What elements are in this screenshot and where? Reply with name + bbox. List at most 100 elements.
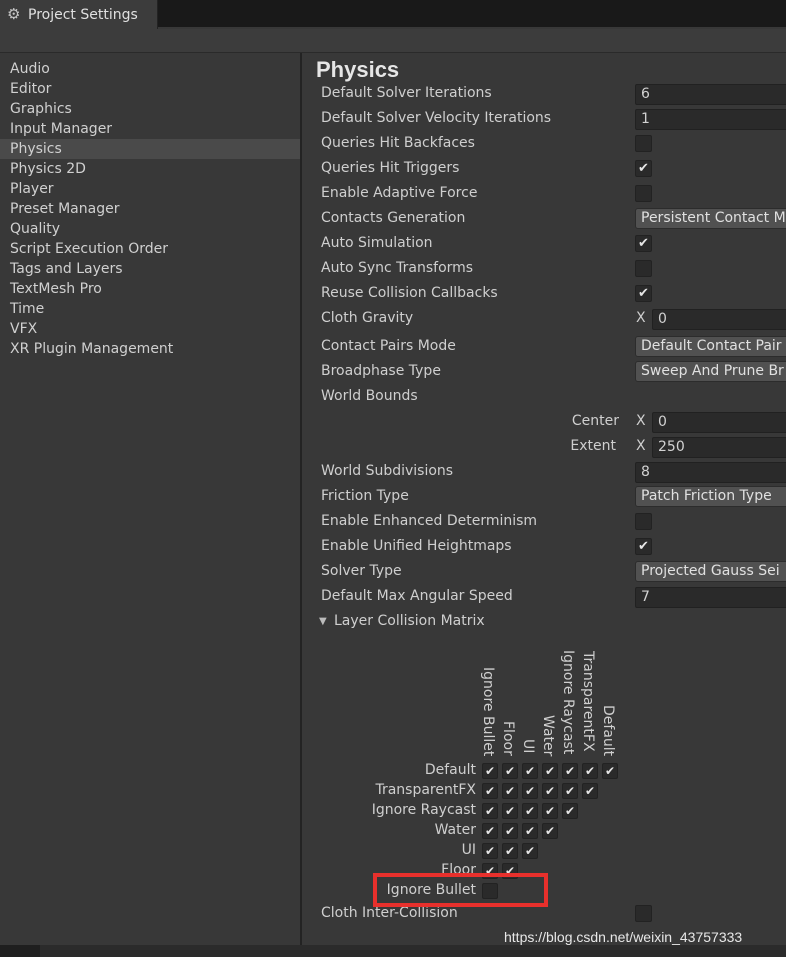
matrix-cell-checkbox[interactable]: ✔ xyxy=(542,823,558,839)
sidebar-item-physics-2d[interactable]: Physics 2D xyxy=(0,159,300,179)
matrix-cell-checkbox[interactable]: ✔ xyxy=(522,763,538,779)
enable-unified-heightmaps-checkbox[interactable]: ✔ xyxy=(635,538,652,555)
world-subdivisions-label: World Subdivisions xyxy=(321,463,454,479)
matrix-row-ignore-raycast: Ignore Raycast xyxy=(371,802,476,818)
matrix-cell-checkbox[interactable]: ✔ xyxy=(482,823,498,839)
auto-simulation-label: Auto Simulation xyxy=(321,235,433,251)
solver-type-dropdown[interactable]: Projected Gauss Sei xyxy=(635,561,786,582)
matrix-row-transparentfx: TransparentFX xyxy=(375,782,476,798)
sidebar-item-time[interactable]: Time xyxy=(0,299,300,319)
matrix-cell-checkbox[interactable]: ✔ xyxy=(522,823,538,839)
sidebar-item-graphics[interactable]: Graphics xyxy=(0,99,300,119)
matrix-cell-checkbox[interactable]: ✔ xyxy=(502,783,518,799)
contacts-generation-dropdown[interactable]: Persistent Contact M xyxy=(635,208,786,229)
default-solver-velocity-iterations-label: Default Solver Velocity Iterations xyxy=(321,110,552,126)
matrix-cell-checkbox[interactable]: ✔ xyxy=(502,803,518,819)
enable-adaptive-force-checkbox[interactable] xyxy=(635,185,652,202)
watermark-text: https://blog.csdn.net/weixin_43757333 xyxy=(504,929,743,945)
world-bounds-center-x-label: X xyxy=(636,413,646,429)
sidebar-item-script-execution-order[interactable]: Script Execution Order xyxy=(0,239,300,259)
queries-hit-triggers-checkbox[interactable]: ✔ xyxy=(635,160,652,177)
tab-label: Project Settings xyxy=(28,7,138,23)
enable-enhanced-determinism-label: Enable Enhanced Determinism xyxy=(321,513,538,529)
auto-sync-transforms-label: Auto Sync Transforms xyxy=(321,260,474,276)
sidebar-item-audio[interactable]: Audio xyxy=(0,59,300,79)
auto-simulation-checkbox[interactable]: ✔ xyxy=(635,235,652,252)
tab-project-settings[interactable]: ⚙ Project Settings xyxy=(0,0,158,29)
matrix-cell-checkbox[interactable]: ✔ xyxy=(582,783,598,799)
cloth-inter-collision-checkbox[interactable] xyxy=(635,905,652,922)
matrix-cell-checkbox[interactable]: ✔ xyxy=(562,783,578,799)
auto-sync-transforms-checkbox[interactable] xyxy=(635,260,652,277)
friction-type-dropdown[interactable]: Patch Friction Type xyxy=(635,486,786,507)
queries-hit-backfaces-label: Queries Hit Backfaces xyxy=(321,135,475,151)
cloth-gravity-x-label: X xyxy=(636,310,646,326)
default-solver-iterations-field[interactable]: 6 xyxy=(635,84,786,105)
matrix-cell-checkbox[interactable]: ✔ xyxy=(602,763,618,779)
world-bounds-extent-x-field[interactable]: 250 xyxy=(652,437,786,458)
matrix-cell-checkbox[interactable]: ✔ xyxy=(522,783,538,799)
world-bounds-extent-label: Extent xyxy=(570,438,616,454)
cloth-gravity-label: Cloth Gravity xyxy=(321,310,414,326)
world-subdivisions-field[interactable]: 8 xyxy=(635,462,786,483)
matrix-cell-checkbox[interactable]: ✔ xyxy=(522,843,538,859)
matrix-cell-checkbox[interactable]: ✔ xyxy=(502,823,518,839)
contacts-generation-label: Contacts Generation xyxy=(321,210,466,226)
sidebar-item-xr-plugin-management[interactable]: XR Plugin Management xyxy=(0,339,300,359)
sidebar-item-editor[interactable]: Editor xyxy=(0,79,300,99)
matrix-cell-checkbox[interactable]: ✔ xyxy=(582,763,598,779)
matrix-row-ui: UI xyxy=(461,842,476,858)
default-solver-velocity-iterations-field[interactable]: 1 xyxy=(635,109,786,130)
matrix-col-floor: Floor xyxy=(500,721,516,756)
world-bounds-label: World Bounds xyxy=(321,388,418,404)
matrix-cell-checkbox[interactable]: ✔ xyxy=(482,783,498,799)
enable-adaptive-force-label: Enable Adaptive Force xyxy=(321,185,478,201)
highlight-annotation-box xyxy=(373,873,548,907)
physics-settings-panel: Physics Default Solver Iterations 6 Defa… xyxy=(304,53,786,945)
default-max-angular-speed-field[interactable]: 7 xyxy=(635,587,786,608)
matrix-cell-checkbox[interactable]: ✔ xyxy=(562,763,578,779)
world-bounds-extent-x-label: X xyxy=(636,438,646,454)
sidebar-item-input-manager[interactable]: Input Manager xyxy=(0,119,300,139)
matrix-cell-checkbox[interactable]: ✔ xyxy=(542,763,558,779)
matrix-cell-checkbox[interactable]: ✔ xyxy=(482,803,498,819)
settings-sidebar: Audio Editor Graphics Input Manager Phys… xyxy=(0,53,302,945)
sidebar-item-tags-and-layers[interactable]: Tags and Layers xyxy=(0,259,300,279)
matrix-col-ignore-raycast: Ignore Raycast xyxy=(560,650,576,755)
collapse-triangle-icon[interactable]: ▼ xyxy=(319,616,327,627)
queries-hit-backfaces-checkbox[interactable] xyxy=(635,135,652,152)
matrix-cell-checkbox[interactable]: ✔ xyxy=(542,783,558,799)
layer-collision-matrix-label: Layer Collision Matrix xyxy=(334,613,485,629)
contact-pairs-mode-dropdown[interactable]: Default Contact Pair xyxy=(635,336,786,357)
cloth-gravity-x-field[interactable]: 0 xyxy=(652,309,786,330)
cloth-inter-collision-label: Cloth Inter-Collision xyxy=(321,905,458,921)
sidebar-item-physics[interactable]: Physics xyxy=(0,139,300,159)
matrix-col-ignore-bullet: Ignore Bullet xyxy=(480,667,496,757)
matrix-col-ui: UI xyxy=(520,739,536,754)
enable-unified-heightmaps-label: Enable Unified Heightmaps xyxy=(321,538,512,554)
enable-enhanced-determinism-checkbox[interactable] xyxy=(635,513,652,530)
matrix-cell-checkbox[interactable]: ✔ xyxy=(562,803,578,819)
default-max-angular-speed-label: Default Max Angular Speed xyxy=(321,588,513,604)
reuse-collision-callbacks-checkbox[interactable]: ✔ xyxy=(635,285,652,302)
sidebar-item-preset-manager[interactable]: Preset Manager xyxy=(0,199,300,219)
matrix-cell-checkbox[interactable]: ✔ xyxy=(542,803,558,819)
matrix-cell-checkbox[interactable]: ✔ xyxy=(482,843,498,859)
matrix-row-water: Water xyxy=(434,822,476,838)
matrix-cell-checkbox[interactable]: ✔ xyxy=(502,763,518,779)
broadphase-type-dropdown[interactable]: Sweep And Prune Br xyxy=(635,361,786,382)
matrix-cell-checkbox[interactable]: ✔ xyxy=(522,803,538,819)
sidebar-item-quality[interactable]: Quality xyxy=(0,219,300,239)
world-bounds-center-x-field[interactable]: 0 xyxy=(652,412,786,433)
sidebar-item-player[interactable]: Player xyxy=(0,179,300,199)
contact-pairs-mode-label: Contact Pairs Mode xyxy=(321,338,456,354)
queries-hit-triggers-label: Queries Hit Triggers xyxy=(321,160,460,176)
matrix-col-default: Default xyxy=(600,705,616,757)
sidebar-item-vfx[interactable]: VFX xyxy=(0,319,300,339)
matrix-cell-checkbox[interactable]: ✔ xyxy=(482,763,498,779)
sidebar-item-textmesh-pro[interactable]: TextMesh Pro xyxy=(0,279,300,299)
matrix-cell-checkbox[interactable]: ✔ xyxy=(502,843,518,859)
matrix-row-default: Default xyxy=(424,762,476,778)
solver-type-label: Solver Type xyxy=(321,563,402,579)
matrix-col-transparentfx: TransparentFX xyxy=(580,651,596,752)
